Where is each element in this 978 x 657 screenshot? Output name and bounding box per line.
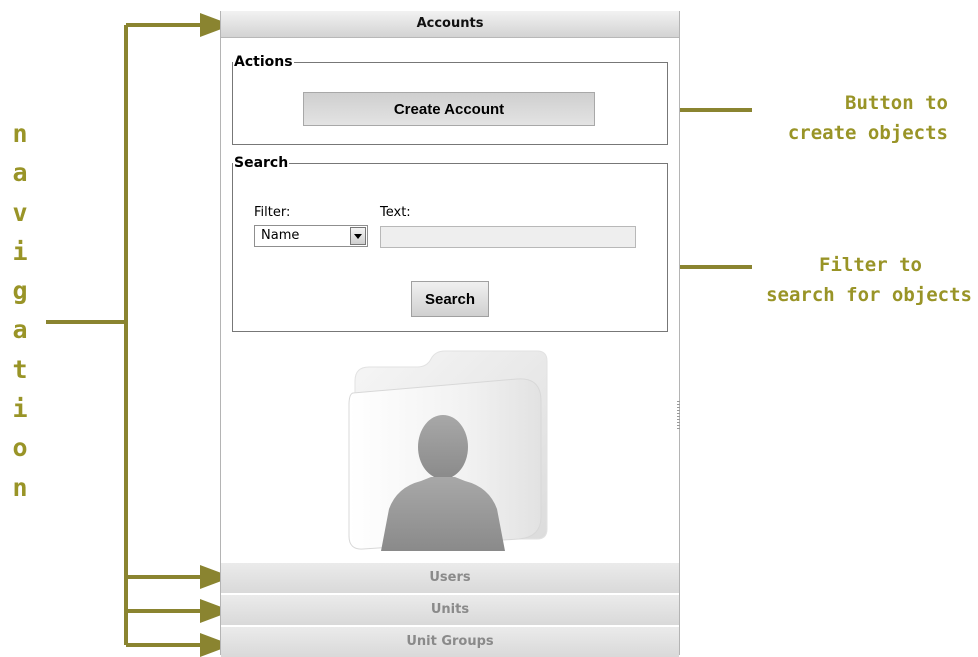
create-account-button[interactable]: Create Account	[303, 92, 595, 126]
account-silhouette-icon	[348, 350, 548, 551]
navigation-letter: n	[12, 119, 28, 148]
search-button[interactable]: Search	[411, 281, 489, 317]
navigation-label: n a v i g a t i o n	[8, 114, 32, 507]
filter-label: Filter:	[254, 205, 291, 220]
navigation-letter: i	[12, 394, 28, 424]
section-header-units[interactable]: Units	[221, 594, 679, 625]
filter-annotation: Filter to search for objects	[766, 250, 972, 310]
navigation-letter: n	[12, 472, 28, 502]
navigation-letter: t	[12, 354, 28, 384]
filter-select[interactable]: Name	[254, 225, 368, 247]
actions-group: Actions Create Account	[232, 54, 668, 145]
section-header-users[interactable]: Users	[221, 562, 679, 593]
button-annotation-line: create objects	[787, 122, 948, 144]
chevron-down-icon[interactable]	[350, 227, 366, 245]
text-label: Text:	[380, 205, 411, 220]
search-group: Search Filter: Text: Name Search	[232, 155, 668, 332]
navigation-letter: o	[12, 433, 28, 463]
navigation-panel: Accounts Actions Create Account Search F…	[220, 11, 680, 657]
navigation-letter: a	[12, 315, 28, 345]
section-header-unit-groups[interactable]: Unit Groups	[221, 626, 679, 657]
filter-selected-value: Name	[261, 228, 300, 243]
button-annotation-line: Button to	[845, 92, 948, 114]
navigation-letter: g	[12, 276, 28, 306]
section-header-accounts[interactable]: Accounts	[221, 11, 679, 38]
navigation-letter: i	[12, 236, 28, 266]
button-annotation: Button to create objects	[788, 88, 948, 148]
filter-annotation-line: Filter to	[819, 254, 922, 276]
navigation-letter: a	[12, 158, 28, 188]
filter-annotation-line: search for objects	[766, 284, 972, 306]
navigation-letter: v	[12, 197, 28, 227]
search-text-input[interactable]	[380, 226, 636, 248]
resize-handle[interactable]	[677, 401, 680, 429]
actions-legend: Actions	[234, 54, 293, 70]
search-legend: Search	[234, 155, 289, 171]
